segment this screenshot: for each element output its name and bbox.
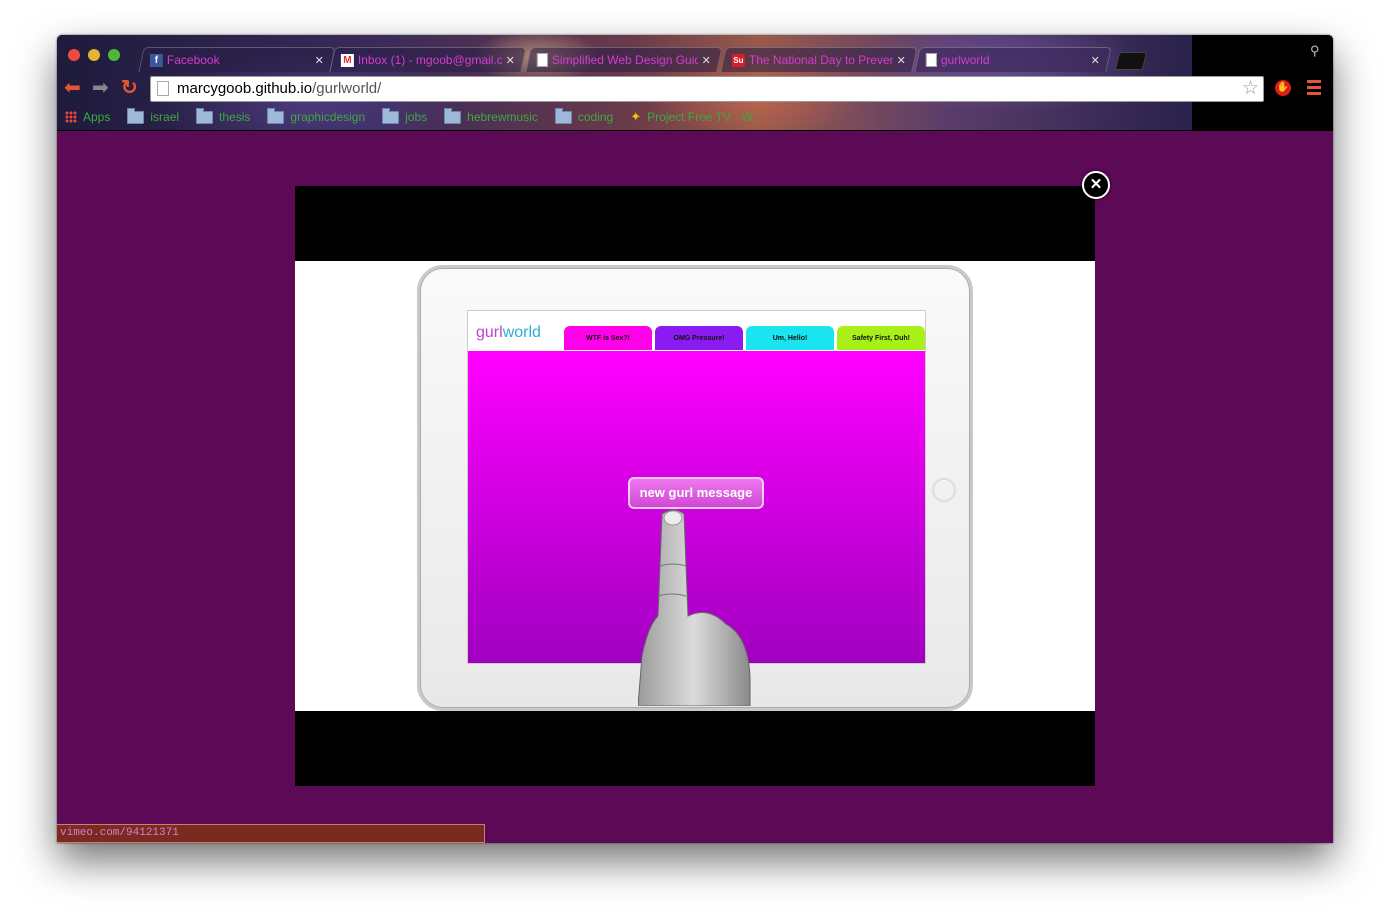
bookmark-label: graphicdesign <box>290 110 366 124</box>
folder-icon <box>196 107 214 124</box>
bookmark-label: israel <box>150 110 180 124</box>
folder-icon <box>127 107 145 124</box>
bookmark-folder-coding[interactable]: coding <box>554 107 614 124</box>
tab-title: Facebook <box>166 53 220 67</box>
bookmark-label: jobs <box>405 110 428 124</box>
page-content: gurlworld WTF is Sex?! OMG Pressure! Um,… <box>57 131 1333 843</box>
tab-close-icon[interactable]: ✕ <box>1091 54 1100 67</box>
bookmark-folder-graphicdesign[interactable]: graphicdesign <box>267 107 366 124</box>
url-domain: marcygoob.github.io <box>177 80 313 97</box>
pointing-hand-image <box>638 509 751 706</box>
window-close-button[interactable] <box>68 49 80 61</box>
ipad-mockup: gurlworld WTF is Sex?! OMG Pressure! Um,… <box>417 265 973 711</box>
logo-text-gurl: gurl <box>476 324 503 341</box>
site-tab-label: Safety First, Duh! <box>852 334 910 342</box>
bookmark-label: Apps <box>83 110 111 124</box>
logo-text-world: world <box>502 324 541 341</box>
tab-national-day[interactable]: Su The National Day to Prevent ✕ <box>720 47 918 72</box>
profile-icon[interactable]: ⚲ <box>1310 43 1320 59</box>
tab-title: The National Day to Prevent <box>748 53 893 67</box>
bookmark-folder-jobs[interactable]: jobs <box>382 107 428 124</box>
tab-gurlworld[interactable]: gurlworld ✕ <box>914 47 1112 72</box>
site-tab-wtf-is-sex: WTF is Sex?! <box>564 326 652 350</box>
page-icon <box>157 81 169 96</box>
folder-icon <box>382 107 400 124</box>
tab-web-design-guide[interactable]: Simplified Web Design Guide ✕ <box>525 47 723 72</box>
bookmark-folder-hebrewmusic[interactable]: hebrewmusic <box>444 107 538 124</box>
ipad-home-button <box>932 478 956 502</box>
chrome-menu-icon[interactable] <box>1307 80 1321 95</box>
folder-icon <box>554 107 572 124</box>
browser-chrome: f Facebook ✕ M Inbox (1) - mgoob@gmail.c… <box>57 35 1333 131</box>
gurlworld-header: gurlworld WTF is Sex?! OMG Pressure! Um,… <box>468 311 925 351</box>
bookmark-label: hebrewmusic <box>467 110 538 124</box>
bookmark-folder-israel[interactable]: israel <box>127 107 180 124</box>
tab-title: gurlworld <box>940 53 990 67</box>
bookmark-folder-thesis[interactable]: thesis <box>196 107 251 124</box>
status-bar: vimeo.com/94121371 <box>57 824 485 843</box>
stumbleupon-icon: Su <box>731 53 745 67</box>
gmail-icon: M <box>340 53 354 67</box>
project-free-tv-icon: ✦ <box>630 109 642 124</box>
site-tab-um-hello: Um, Hello! <box>746 326 834 350</box>
site-tab-omg-pressure: OMG Pressure! <box>655 326 743 350</box>
site-tab-label: WTF is Sex?! <box>586 334 630 342</box>
apps-grid-icon <box>65 111 77 123</box>
tab-gmail-inbox[interactable]: M Inbox (1) - mgoob@gmail.com ✕ <box>329 47 527 72</box>
new-tab-button[interactable] <box>1114 52 1148 70</box>
bookmark-label: Project Free TV - W... <box>647 110 763 124</box>
tab-title: Inbox (1) - mgoob@gmail.com <box>357 53 502 67</box>
tab-close-icon[interactable]: ✕ <box>315 54 324 67</box>
bookmark-label: coding <box>577 110 614 124</box>
address-bar[interactable]: marcygoob.github.io/gurlworld/ ☆ <box>150 76 1264 102</box>
bookmark-star-icon[interactable]: ☆ <box>1242 77 1259 100</box>
folder-icon <box>444 107 462 124</box>
document-icon <box>925 53 937 67</box>
window-minimize-button[interactable] <box>88 49 100 61</box>
button-label: new gurl message <box>639 485 753 500</box>
site-tab-label: OMG Pressure! <box>673 334 725 342</box>
ipad-screen: gurlworld WTF is Sex?! OMG Pressure! Um,… <box>467 310 926 706</box>
new-gurl-message-button: new gurl message <box>628 477 764 509</box>
bookmark-apps[interactable]: Apps <box>65 110 110 124</box>
folder-icon <box>267 107 285 124</box>
bookmark-label: thesis <box>219 110 251 124</box>
tab-title: Simplified Web Design Guide <box>551 53 698 67</box>
facebook-icon: f <box>149 53 163 67</box>
lightbox-close-button[interactable]: ✕ <box>1082 171 1110 199</box>
tab-facebook[interactable]: f Facebook ✕ <box>138 47 336 72</box>
gurlworld-logo: gurlworld <box>476 324 541 342</box>
window-zoom-button[interactable] <box>108 49 120 61</box>
url-path: /gurlworld/ <box>312 80 382 97</box>
adblock-extension-icon[interactable]: ✋ <box>1275 80 1291 96</box>
browser-window: f Facebook ✕ M Inbox (1) - mgoob@gmail.c… <box>57 35 1333 843</box>
tab-close-icon[interactable]: ✕ <box>702 54 711 67</box>
video-player[interactable]: gurlworld WTF is Sex?! OMG Pressure! Um,… <box>295 261 1095 711</box>
status-url: vimeo.com/94121371 <box>60 827 179 839</box>
bookmarks-bar: Apps israel thesis graphicdesign jobs he… <box>65 107 779 126</box>
document-icon <box>536 53 548 67</box>
back-button[interactable]: ⬅ <box>64 78 81 98</box>
video-lightbox: gurlworld WTF is Sex?! OMG Pressure! Um,… <box>295 186 1095 786</box>
site-tab-label: Um, Hello! <box>772 334 808 342</box>
tab-close-icon[interactable]: ✕ <box>897 54 906 67</box>
tab-close-icon[interactable]: ✕ <box>506 54 515 67</box>
forward-button[interactable]: ➡ <box>92 78 109 98</box>
reload-button[interactable]: ↻ <box>121 78 138 98</box>
bookmark-project-free-tv[interactable]: ✦ Project Free TV - W... <box>630 109 762 125</box>
address-url: marcygoob.github.io/gurlworld/ <box>177 80 381 97</box>
gurlworld-stage: new gurl message <box>468 351 925 706</box>
site-tab-safety-first: Safety First, Duh! <box>837 326 925 350</box>
